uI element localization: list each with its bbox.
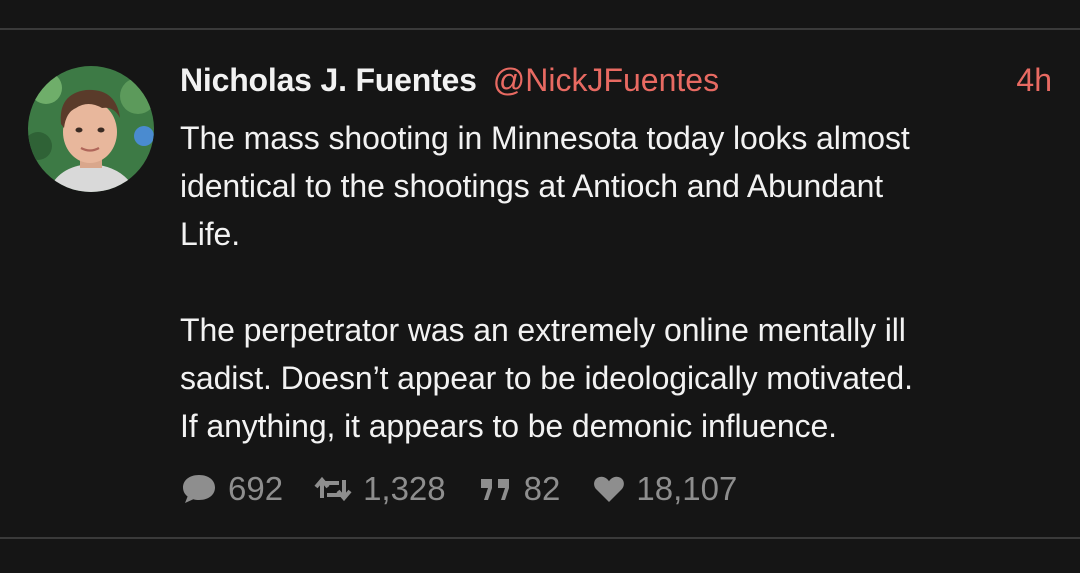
quote-button[interactable]: 82 [478, 470, 561, 508]
tweet-screen: Nicholas J. Fuentes @NickJFuentes 4h The… [0, 0, 1080, 573]
tweet-paragraph-1: The mass shooting in Minnesota today loo… [180, 120, 910, 252]
quote-count: 82 [523, 470, 561, 507]
avatar[interactable] [28, 66, 154, 192]
quote-icon [480, 479, 509, 500]
tweet-timestamp[interactable]: 4h [1016, 62, 1052, 99]
retweet-icon [314, 476, 352, 502]
top-divider [0, 28, 1080, 30]
tweet-actions: 692 1,328 82 18,107 [180, 466, 737, 512]
like-count: 18,107 [636, 470, 738, 507]
reply-count: 692 [228, 470, 284, 507]
retweet-count: 1,328 [363, 470, 446, 507]
avatar-image [28, 66, 154, 192]
like-button[interactable]: 18,107 [592, 470, 737, 508]
tweet-paragraph-2: The perpetrator was an extremely online … [180, 312, 913, 444]
tweet-header: Nicholas J. Fuentes @NickJFuentes 4h [180, 62, 1052, 102]
author-handle[interactable]: @NickJFuentes [493, 62, 719, 99]
author-name[interactable]: Nicholas J. Fuentes [180, 62, 477, 99]
comment-bubble-icon [183, 475, 215, 503]
heart-icon [594, 476, 625, 502]
bottom-divider [0, 537, 1080, 539]
reply-button[interactable]: 692 [180, 470, 283, 508]
retweet-button[interactable]: 1,328 [313, 470, 446, 508]
tweet-body: The mass shooting in Minnesota today loo… [180, 114, 1060, 450]
